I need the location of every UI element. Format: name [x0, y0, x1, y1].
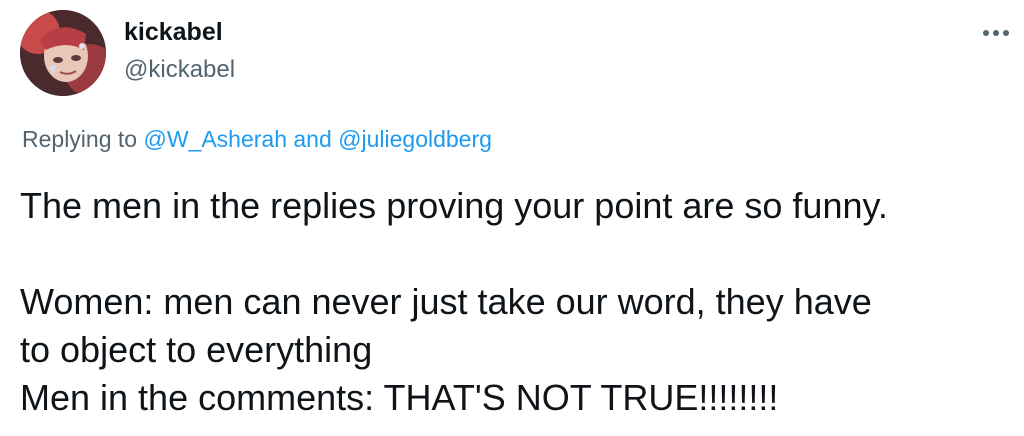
replying-to: Replying to @W_Asherah and @juliegoldber…: [22, 126, 492, 153]
tweet-line: The men in the replies proving your poin…: [20, 185, 888, 226]
display-name[interactable]: kickabel: [124, 18, 223, 47]
user-handle[interactable]: @kickabel: [124, 56, 235, 84]
tweet-line: Men in the comments: THAT'S NOT TRUE!!!!…: [20, 377, 779, 418]
more-horizontal-icon: [983, 30, 1009, 36]
tweet-line: to object to everything: [20, 329, 373, 370]
mention-conjunction[interactable]: and: [293, 126, 331, 152]
replying-to-label: Replying to: [22, 126, 138, 152]
tweet-card: kickabel @kickabel Replying to @W_Ashera…: [0, 0, 1024, 436]
more-button[interactable]: [976, 18, 1016, 48]
tweet-line: Women: men can never just take our word,…: [20, 281, 872, 322]
tweet-text: The men in the replies proving your poin…: [20, 182, 1010, 422]
mention-link-juliegoldberg[interactable]: @juliegoldberg: [338, 126, 492, 152]
mention-link-w-asherah[interactable]: @W_Asherah: [143, 126, 287, 152]
profile-photo-icon: [20, 10, 106, 96]
avatar[interactable]: [20, 10, 106, 96]
